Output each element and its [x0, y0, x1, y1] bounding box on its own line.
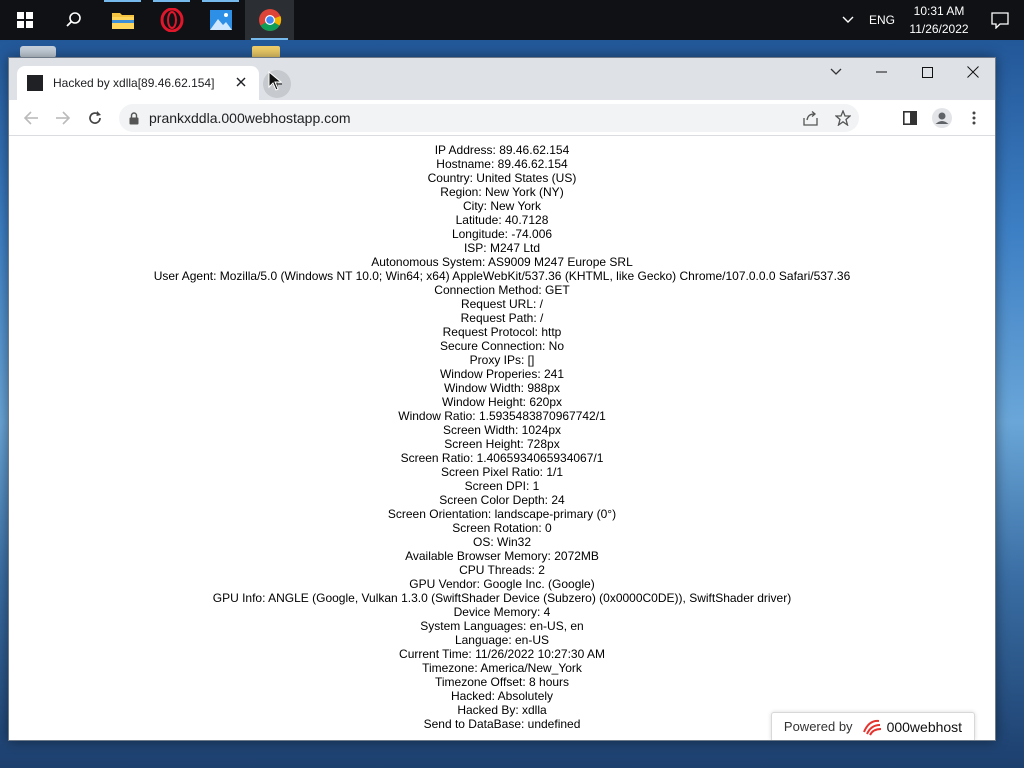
info-line: Latitude: 40.7128 — [455, 213, 549, 227]
clock-time: 10:31 AM — [913, 4, 965, 18]
info-line: Longitude: -74.006 — [451, 227, 553, 241]
taskbar-photos[interactable] — [196, 0, 245, 40]
close-icon — [967, 66, 979, 78]
folder-icon — [111, 13, 134, 29]
address-bar[interactable]: prankxddla.000webhostapp.com — [119, 104, 859, 132]
info-line: Request URL: / — [460, 297, 544, 311]
chevron-down-icon — [830, 68, 842, 75]
maximize-button[interactable] — [904, 58, 950, 86]
info-line: GPU Vendor: Google Inc. (Google) — [409, 577, 595, 591]
menu-button[interactable] — [960, 104, 988, 132]
info-line: Screen DPI: 1 — [464, 479, 540, 493]
taskbar-chrome[interactable] — [245, 0, 294, 40]
back-button[interactable] — [17, 104, 45, 132]
back-arrow-icon — [23, 111, 38, 125]
browser-tab[interactable]: Hacked by xdlla[89.46.62.154] — [17, 66, 259, 100]
tab-search-button[interactable] — [813, 58, 859, 86]
info-line: Country: United States (US) — [427, 171, 577, 185]
info-line: Screen Height: 728px — [444, 437, 560, 451]
info-line: System Languages: en-US, en — [420, 619, 584, 633]
info-line: Window Height: 620px — [441, 395, 563, 409]
system-tray: ENG 10:31 AM 11/26/2022 — [834, 0, 1024, 40]
info-line: Timezone Offset: 8 hours — [434, 675, 570, 689]
minimize-button[interactable] — [858, 58, 904, 86]
close-window-button[interactable] — [950, 58, 996, 86]
bookmark-star-icon[interactable] — [827, 110, 859, 126]
photos-icon — [209, 10, 232, 30]
page-content: IP Address: 89.46.62.154 Hostname: 89.46.… — [9, 136, 995, 740]
start-button[interactable] — [0, 0, 49, 40]
taskbar-file-explorer[interactable] — [98, 0, 147, 40]
minimize-icon — [875, 71, 887, 73]
info-line: Screen Width: 1024px — [442, 423, 562, 437]
tab-close-icon[interactable] — [233, 74, 249, 92]
clock-date: 11/26/2022 — [909, 22, 969, 36]
info-line: Hacked: Absolutely — [450, 689, 554, 703]
info-line: Region: New York (NY) — [440, 185, 564, 199]
forward-button[interactable] — [49, 104, 77, 132]
opera-icon — [160, 8, 183, 32]
info-line: Connection Method: GET — [434, 283, 570, 297]
info-line: Window Ratio: 1.5935483870967742/1 — [398, 409, 606, 423]
info-line: Screen Rotation: 0 — [452, 521, 552, 535]
info-line: OS: Win32 — [472, 535, 532, 549]
forward-arrow-icon — [56, 111, 71, 125]
info-line: CPU Threads: 2 — [459, 563, 545, 577]
info-line: Screen Color Depth: 24 — [439, 493, 565, 507]
info-line: Language: en-US — [454, 633, 550, 647]
tab-title: Hacked by xdlla[89.46.62.154] — [53, 76, 215, 90]
info-line: Screen Pixel Ratio: 1/1 — [440, 465, 564, 479]
maximize-icon — [921, 66, 933, 78]
url-text: prankxddla.000webhostapp.com — [149, 110, 351, 126]
info-line: Current Time: 11/26/2022 10:27:30 AM — [399, 647, 605, 661]
taskbar-opera[interactable] — [147, 0, 196, 40]
language-indicator[interactable]: ENG — [862, 13, 902, 27]
reload-button[interactable] — [81, 104, 109, 132]
info-line: Secure Connection: No — [439, 339, 565, 353]
lock-icon[interactable] — [129, 111, 139, 125]
favicon-icon — [27, 75, 43, 91]
info-line: IP Address: 89.46.62.154 — [434, 143, 570, 157]
kebab-menu-icon — [972, 111, 976, 125]
avatar-icon — [932, 108, 952, 128]
chrome-icon — [258, 9, 281, 31]
info-line: City: New York — [462, 199, 542, 213]
side-panel-icon — [903, 111, 917, 125]
info-line: Request Protocol: http — [442, 325, 562, 339]
powered-by-badge[interactable]: Powered by 000webhost — [771, 712, 975, 740]
notification-icon[interactable] — [976, 11, 1024, 29]
powered-by-label: Powered by — [783, 719, 853, 734]
profile-button[interactable] — [928, 104, 956, 132]
clock[interactable]: 10:31 AM 11/26/2022 — [902, 2, 976, 38]
info-line: Proxy IPs: [] — [469, 353, 535, 367]
info-line: ISP: M247 Ltd — [463, 241, 541, 255]
mouse-cursor-icon — [268, 71, 282, 91]
side-panel-button[interactable] — [896, 104, 924, 132]
search-button[interactable] — [49, 0, 98, 40]
info-line: Hostname: 89.46.62.154 — [436, 157, 568, 171]
info-line: Screen Ratio: 1.4065934065934067/1 — [400, 451, 604, 465]
powered-by-brand: 000webhost — [886, 718, 963, 735]
info-line: Request Path: / — [460, 311, 544, 325]
chevron-up-icon[interactable] — [834, 16, 862, 24]
info-line: Device Memory: 4 — [453, 605, 551, 619]
info-line: Timezone: America/New_York — [422, 661, 582, 675]
info-line: GPU Info: ANGLE (Google, Vulkan 1.3.0 (S… — [212, 591, 792, 605]
share-icon[interactable] — [795, 110, 827, 126]
info-line: Window Properies: 241 — [439, 367, 565, 381]
browser-window: Hacked by xdlla[89.46.62.154] prankxddla… — [8, 57, 996, 741]
reload-icon — [89, 111, 101, 124]
info-list: IP Address: 89.46.62.154 Hostname: 89.46.… — [9, 136, 995, 731]
tab-strip: Hacked by xdlla[89.46.62.154] — [9, 58, 995, 100]
info-line: User Agent: Mozilla/5.0 (Windows NT 10.0… — [153, 269, 851, 283]
info-line: Screen Orientation: landscape-primary (0… — [387, 507, 617, 521]
000webhost-logo-icon — [862, 719, 881, 735]
search-icon — [65, 12, 81, 27]
taskbar: ENG 10:31 AM 11/26/2022 — [0, 0, 1024, 40]
browser-toolbar: prankxddla.000webhostapp.com — [9, 100, 995, 136]
info-line: Window Width: 988px — [443, 381, 561, 395]
info-line: Available Browser Memory: 2072MB — [405, 549, 599, 563]
windows-logo-icon — [16, 12, 33, 28]
info-line: Autonomous System: AS9009 M247 Europe SR… — [371, 255, 633, 269]
